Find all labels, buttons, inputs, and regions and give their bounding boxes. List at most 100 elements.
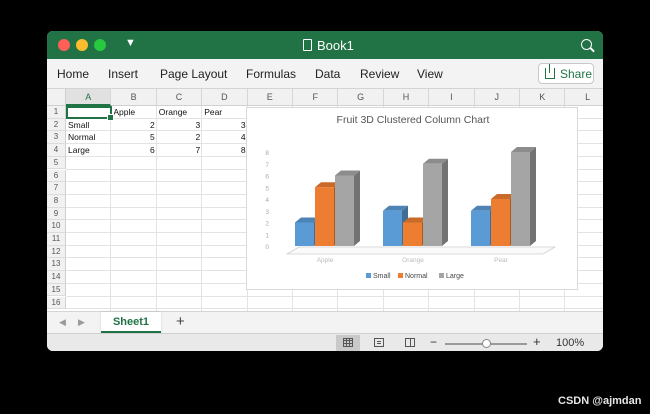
row-header[interactable]: 2	[47, 118, 66, 132]
grid-line	[66, 295, 603, 297]
share-label: Share	[560, 67, 593, 81]
cell[interactable]: 6	[111, 144, 156, 157]
column-header[interactable]: E	[247, 89, 293, 106]
bar	[491, 199, 510, 246]
y-tick-label: 3	[265, 209, 269, 216]
row-header[interactable]: 15	[47, 283, 66, 297]
row-header[interactable]: 6	[47, 169, 66, 183]
column-header[interactable]: H	[383, 89, 430, 106]
row-header[interactable]: 8	[47, 194, 66, 208]
y-tick-label: 5	[265, 185, 269, 192]
cell[interactable]: Large	[66, 144, 111, 157]
window-title: Book1	[317, 38, 354, 53]
cell[interactable]: Apple	[111, 106, 156, 119]
bar-side	[354, 170, 360, 246]
status-bar: − + 100%	[47, 333, 603, 351]
zoom-icon[interactable]	[94, 39, 106, 51]
zoom-level[interactable]: 100%	[556, 337, 584, 349]
column-header[interactable]: L	[565, 89, 603, 106]
bar-side	[530, 147, 536, 246]
title-bar: ▼ Book1	[47, 31, 603, 59]
column-header[interactable]: A	[66, 89, 112, 106]
row-header[interactable]: 14	[47, 271, 66, 284]
tab-formulas[interactable]: Formulas	[246, 67, 296, 81]
cell[interactable]: 5	[111, 131, 156, 144]
zoom-out-button[interactable]: −	[430, 335, 437, 349]
cell[interactable]: Pear	[202, 106, 247, 119]
zoom-in-button[interactable]: +	[533, 334, 541, 349]
excel-window: ▼ Book1 Home Insert Page Layout Formulas…	[47, 31, 603, 351]
normal-view-button[interactable]	[336, 335, 360, 351]
column-header[interactable]: D	[202, 89, 248, 106]
bar	[471, 210, 490, 246]
column-header[interactable]: J	[474, 89, 520, 106]
bar	[383, 210, 402, 246]
page-layout-icon	[374, 338, 384, 347]
chart-plot: 0 1 2 3 4 5 6 7 8 Apple Orange Pear Small Normal Large	[265, 147, 557, 280]
x-tick-label: Orange	[402, 257, 424, 264]
watermark: CSDN @ajmdan	[558, 395, 642, 407]
select-all-corner[interactable]	[47, 89, 66, 106]
column-header[interactable]: G	[338, 89, 384, 106]
tab-review[interactable]: Review	[360, 67, 399, 81]
cell[interactable]: 4	[202, 131, 247, 144]
cell[interactable]: 2	[111, 119, 156, 132]
row-header[interactable]: 5	[47, 156, 66, 170]
tab-data[interactable]: Data	[315, 67, 340, 81]
cell[interactable]: Small	[66, 119, 111, 132]
share-button[interactable]: Share	[538, 63, 594, 84]
legend-label: Normal	[405, 273, 428, 280]
bar	[403, 222, 422, 246]
row-header[interactable]: 16	[47, 296, 66, 310]
prev-sheet-icon[interactable]: ◀	[59, 317, 66, 328]
column-header[interactable]: C	[156, 89, 203, 106]
y-tick-label: 0	[265, 244, 269, 251]
row-header[interactable]: 7	[47, 182, 66, 195]
row-header[interactable]: 13	[47, 258, 66, 272]
cell[interactable]: 3	[157, 119, 202, 132]
chart-floor	[285, 246, 557, 255]
search-icon[interactable]	[581, 39, 592, 50]
next-sheet-icon[interactable]: ▶	[78, 317, 85, 328]
legend-swatch	[366, 273, 371, 278]
zoom-slider[interactable]	[445, 339, 527, 348]
row-header[interactable]: 12	[47, 245, 66, 259]
tab-page-layout[interactable]: Page Layout	[160, 67, 227, 81]
cell[interactable]: 8	[202, 144, 247, 157]
row-header[interactable]: 11	[47, 233, 66, 246]
spreadsheet-grid[interactable]: A B C D E F G H I J K L 1 2 3 4 5 6 7 8 9 10 11 12 13 14 15 16 Apple…	[47, 89, 603, 311]
row-header[interactable]: 9	[47, 207, 66, 221]
cell[interactable]: Orange	[157, 106, 202, 119]
y-tick-label: 2	[265, 221, 269, 228]
column-header[interactable]: I	[429, 89, 475, 106]
tab-home[interactable]: Home	[57, 67, 89, 81]
zoom-slider-thumb[interactable]	[482, 339, 491, 348]
page-break-icon	[405, 338, 415, 347]
document-icon	[303, 39, 312, 51]
row-header[interactable]: 1	[47, 106, 66, 119]
bar	[315, 187, 334, 246]
y-tick-label: 1	[265, 232, 269, 239]
chart[interactable]: Fruit 3D Clustered Column Chart 0 1 2 3 4 5 6 7 8…	[246, 107, 578, 290]
cell[interactable]: Normal	[66, 131, 111, 144]
cell[interactable]: 7	[157, 144, 202, 157]
tab-view[interactable]: View	[417, 67, 443, 81]
ribbon-menu: Home Insert Page Layout Formulas Data Re…	[47, 59, 603, 89]
tab-insert[interactable]: Insert	[108, 67, 138, 81]
row-header[interactable]: 10	[47, 220, 66, 233]
column-header[interactable]: F	[293, 89, 339, 106]
row-header[interactable]: 3	[47, 131, 66, 145]
quick-access-icon[interactable]: ▼	[125, 37, 136, 49]
cell[interactable]: 2	[157, 131, 202, 144]
bar-side	[442, 158, 448, 246]
add-sheet-button[interactable]: +	[176, 313, 185, 330]
cell[interactable]: 3	[202, 119, 247, 132]
tab-sheet1[interactable]: Sheet1	[101, 312, 161, 333]
column-header[interactable]: B	[111, 89, 157, 106]
close-icon[interactable]	[58, 39, 70, 51]
minimize-icon[interactable]	[76, 39, 88, 51]
row-header[interactable]: 4	[47, 144, 66, 157]
column-header[interactable]: K	[520, 89, 566, 106]
page-break-view-button[interactable]	[398, 335, 422, 351]
page-layout-view-button[interactable]	[367, 335, 391, 351]
